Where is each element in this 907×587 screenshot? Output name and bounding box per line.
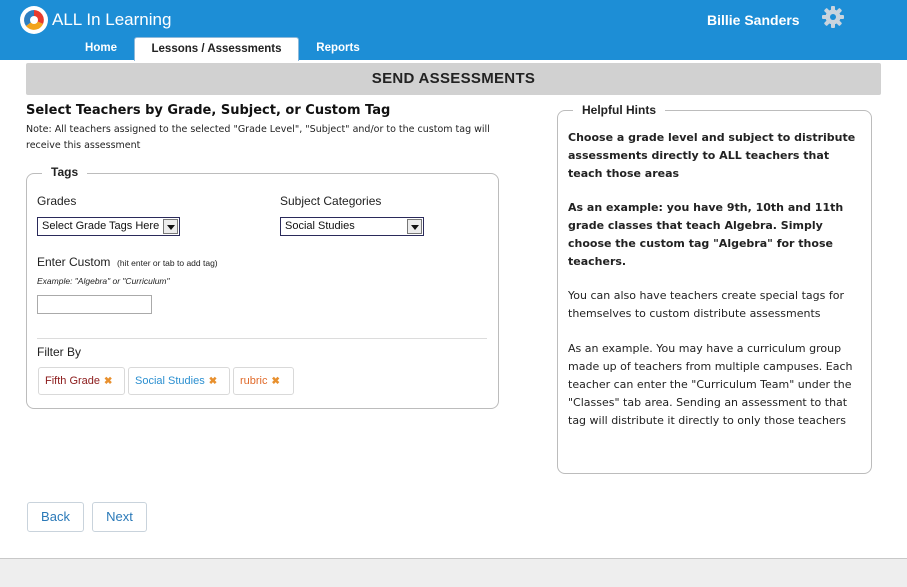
user-name[interactable]: Billie Sanders: [707, 12, 800, 28]
custom-tag-example: Example: "Algebra" or "Curriculum": [37, 276, 170, 286]
hint-paragraph: As an example: you have 9th, 10th and 11…: [568, 201, 844, 268]
remove-icon[interactable]: ✖: [209, 376, 217, 387]
filter-tag-rubric: rubric ✖: [233, 367, 294, 395]
filter-tag-label: rubric: [240, 375, 268, 387]
grades-select-value: Select Grade Tags Here: [42, 220, 160, 232]
filter-tag-label: Fifth Grade: [45, 375, 101, 387]
subject-categories-select[interactable]: Social Studies: [280, 217, 424, 236]
grades-select[interactable]: Select Grade Tags Here: [37, 217, 180, 236]
chevron-down-icon[interactable]: [407, 219, 422, 234]
custom-tag-hint: (hit enter or tab to add tag): [117, 258, 218, 268]
hint-paragraph: As an example. You may have a curriculum…: [568, 342, 853, 427]
subject-select-value: Social Studies: [285, 220, 355, 232]
next-button[interactable]: Next: [92, 502, 147, 532]
custom-tag-input[interactable]: [37, 295, 152, 314]
tags-legend: Tags: [42, 165, 88, 179]
subject-categories-label: Subject Categories: [280, 194, 382, 208]
back-button[interactable]: Back: [27, 502, 84, 532]
tab-reports[interactable]: Reports: [305, 37, 371, 60]
filter-by-label: Filter By: [37, 345, 82, 359]
chevron-down-icon[interactable]: [163, 219, 178, 234]
gear-icon[interactable]: [821, 5, 845, 29]
assignment-note: Note: All teachers assigned to the selec…: [26, 124, 490, 151]
grades-label: Grades: [37, 194, 77, 208]
filter-tag-social-studies: Social Studies ✖: [128, 367, 230, 395]
app-header: ALL In Learning Billie Sanders Home Less…: [0, 0, 907, 61]
section-heading: Select Teachers by Grade, Subject, or Cu…: [26, 103, 391, 118]
filter-tag-fifth-grade: Fifth Grade ✖: [38, 367, 125, 395]
hint-paragraph: You can also have teachers create specia…: [568, 289, 844, 320]
logo-icon[interactable]: [20, 6, 48, 34]
hint-paragraph: Choose a grade level and subject to dist…: [568, 131, 856, 180]
page-title-bar: SEND ASSESSMENTS: [26, 63, 881, 95]
remove-icon[interactable]: ✖: [104, 376, 112, 387]
footer: [0, 558, 907, 587]
filter-tag-label: Social Studies: [135, 375, 205, 387]
app-name[interactable]: ALL In Learning: [52, 10, 171, 30]
tab-home[interactable]: Home: [72, 37, 130, 60]
tab-lessons-assessments[interactable]: Lessons / Assessments: [134, 37, 299, 61]
divider: [37, 338, 487, 339]
helpful-hints-legend: Helpful Hints: [573, 103, 665, 117]
page-title: SEND ASSESSMENTS: [371, 70, 536, 87]
custom-tag-label: Enter Custom: [37, 255, 111, 269]
remove-icon[interactable]: ✖: [272, 376, 280, 387]
